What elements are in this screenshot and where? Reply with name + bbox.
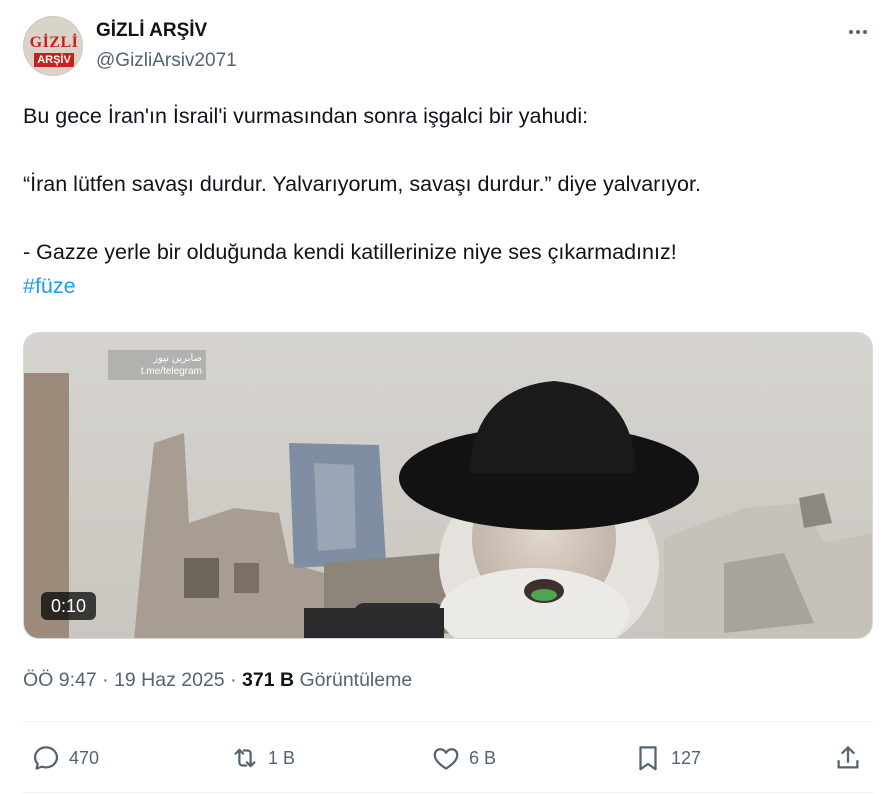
- avatar-logo-text-top: GİZLİ: [29, 34, 79, 51]
- meta-separator: ·: [230, 669, 242, 691]
- like-button[interactable]: 6 B: [431, 738, 496, 778]
- video-duration-badge: 0:10: [41, 592, 97, 620]
- heart-icon: [433, 748, 459, 770]
- tweet-line: Bu gece İran'ın İsrail'i vurmasından son…: [23, 104, 589, 128]
- repost-button[interactable]: 1 B: [230, 738, 295, 778]
- channel-watermark: صابرين نيوز t.me/telegram: [108, 350, 206, 380]
- meta-separator: ·: [102, 669, 115, 691]
- divider: [23, 721, 873, 722]
- tweet-time[interactable]: ÖÖ 9:47: [23, 669, 97, 691]
- author-handle[interactable]: @GizliArsiv2071: [96, 50, 237, 72]
- tweet-text: Bu gece İran'ın İsrail'i vurmasından son…: [23, 99, 863, 303]
- divider: [23, 792, 873, 793]
- tweet-line: - Gazze yerle bir olduğunda kendi katill…: [23, 240, 677, 264]
- reply-count: 470: [69, 747, 100, 768]
- like-count: 6 B: [469, 747, 497, 768]
- action-bar: 470 1 B 6 B 127: [23, 738, 873, 778]
- share-button[interactable]: [833, 738, 863, 778]
- tweet-meta: ÖÖ 9:47 · 19 Haz 2025 · 371 B Görüntülem…: [23, 669, 412, 692]
- share-icon: [837, 746, 859, 769]
- avatar-logo-text-bottom: ARŞİV: [34, 53, 74, 67]
- repost-count: 1 B: [268, 747, 296, 768]
- tweet-header: GİZLİ ARŞİV GİZLİ ARŞİV @GizliArsiv2071: [23, 16, 873, 78]
- more-options-icon[interactable]: [845, 22, 871, 42]
- views-label: Görüntüleme: [299, 669, 413, 691]
- tweet-date[interactable]: 19 Haz 2025: [114, 669, 225, 691]
- bookmark-count: 127: [671, 747, 702, 768]
- hashtag-link[interactable]: #füze: [23, 274, 76, 298]
- avatar[interactable]: GİZLİ ARŞİV: [23, 16, 83, 76]
- repost-icon: [234, 748, 256, 768]
- reply-icon: [33, 746, 59, 770]
- views-count: 371 B: [242, 669, 295, 691]
- video-player[interactable]: صابرين نيوز t.me/telegram 0:10: [23, 332, 873, 639]
- bookmark-icon: [639, 746, 657, 771]
- bookmark-button[interactable]: 127: [633, 738, 701, 778]
- watermark-line: t.me/telegram: [140, 366, 202, 377]
- reply-button[interactable]: 470: [31, 738, 99, 778]
- tweet-line: “İran lütfen savaşı durdur. Yalvarıyorum…: [23, 172, 701, 196]
- watermark-line: صابرين نيوز: [153, 353, 202, 364]
- author-name[interactable]: GİZLİ ARŞİV: [96, 20, 207, 42]
